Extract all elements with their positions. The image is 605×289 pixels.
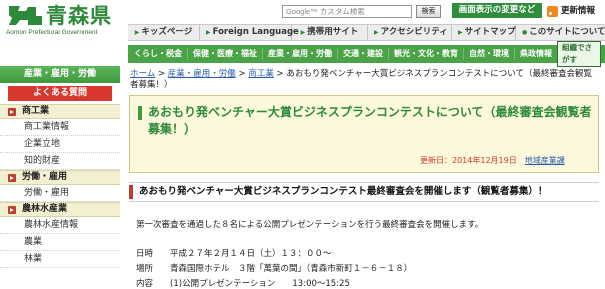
sidebar-group-labor[interactable]: 労働・雇用 [0,170,120,185]
faq-button[interactable]: よくある質問 [8,86,112,101]
aomori-logo-icon [9,6,42,25]
rss-label: 更新情報 [561,6,596,16]
cat-nature-environment[interactable]: 自然・環境 [464,48,515,60]
page-title-box: あおもり発ベンチャー大賞ビジネスプランコンテストについて（最終審査会観覧者募集！… [129,95,599,173]
search-by-organization-button[interactable]: 組織でさがす [557,41,601,67]
detail-content: 内容 (1)公開プレゼンテーション 13:00～15:25 [136,279,350,289]
search-input[interactable]: Google™ カスタム検索 [282,5,412,18]
section-bar [129,185,133,199]
search-button[interactable]: 検索 [416,5,441,18]
sidebar-item-agri-info[interactable]: 農林水産情報 [0,217,120,234]
arrow-right-icon: ▶ [300,29,306,36]
page-title: あおもり発ベンチャー大賞ビジネスプランコンテストについて（最終審査会観覧者募集！… [148,105,592,136]
updated-date: 更新日：2014年12月19日 [420,156,517,165]
cat-living-tax[interactable]: くらし・税金 [128,48,188,60]
bullet-arrow-icon [8,174,16,182]
sidebar-item-business-location[interactable]: 企業立地 [0,136,120,153]
nav-about-site[interactable]: ● このサイトについて [516,25,605,40]
nav-kids[interactable]: ▶ キッズページ [128,25,200,40]
arrow-right-icon: ▶ [458,29,463,36]
utility-nav: ▶ キッズページ ▶ Foreign Language ▶ 携帯用サイト ▶ アクセシビ… [128,24,605,41]
cat-health-welfare[interactable]: 保健・医療・福祉 [188,48,263,60]
display-settings-button[interactable]: 画面表示の変更など [452,3,542,18]
logo-title: 青森県 [46,4,112,28]
arrow-right-icon: ▶ [374,29,379,36]
rss-link[interactable]: 更新情報 [547,4,605,18]
sidebar-heading: 産業・雇用・労働 [0,66,120,83]
cat-transport-construction[interactable]: 交通・建設 [338,48,389,60]
sidebar-item-intellectual-property[interactable]: 知的財産 [0,153,120,170]
department-link[interactable]: 地域産業課 [525,156,565,165]
sidebar: 産業・雇用・労働 よくある質問 商工業 商工業情報 企業立地 知的財産 労働・雇… [0,66,120,289]
breadcrumb: ホーム > 産業・雇用・労働 > 商工業 > あおもり発ベンチャー大賞ビジネスプ… [130,69,593,90]
sidebar-item-forestry[interactable]: 林業 [0,251,120,268]
breadcrumb-home[interactable]: ホーム [130,69,155,79]
sidebar-item-labor-employment[interactable]: 労働・雇用 [0,185,120,202]
breadcrumb-industry[interactable]: 産業・雇用・労働 [168,69,236,79]
logo-subtitle: Aomori Prefectural Government [6,29,98,36]
arrow-right-icon: ▶ [134,29,140,36]
detail-datetime: 日時 平成２７年２月１４日（土）１３：００～ [136,249,332,259]
category-nav: くらし・税金 保健・医療・福祉 産業・雇用・労働 交通・建設 観光・文化・教育 … [128,41,605,67]
intro-text: 第一次審査を通過した８名による公開プレゼンテーションを行う最終審査会を開催します… [136,220,484,230]
arrow-right-icon: ● [522,29,528,36]
sidebar-item-agriculture[interactable]: 農業 [0,234,120,251]
title-stripe [138,106,142,120]
cat-industry-employment[interactable]: 産業・雇用・労働 [263,48,338,60]
section-heading: あおもり発ベンチャー大賞ビジネスプランコンテスト最終審査会を開催します（観覧者募… [129,182,599,202]
nav-foreign-language[interactable]: ▶ Foreign Language [200,25,299,40]
cat-tourism-culture[interactable]: 観光・文化・教育 [389,48,464,60]
breadcrumb-commerce[interactable]: 商工業 [248,69,274,79]
sidebar-group-commerce[interactable]: 商工業 [0,104,120,119]
arrow-right-icon: ▶ [206,29,211,36]
update-info: 更新日：2014年12月19日 地域産業課 [420,155,565,166]
cat-prefecture-info[interactable]: 県政情報 [515,48,557,60]
bullet-arrow-icon [8,206,16,214]
rss-icon [547,6,558,17]
site-logo[interactable]: 青森県 Aomori Prefectural Government [6,3,124,37]
nav-accessibility[interactable]: ▶ アクセシビリティ [368,25,452,40]
nav-sitemap[interactable]: ▶ サイトマップ [452,25,516,40]
sidebar-group-agriculture[interactable]: 農林水産業 [0,202,120,217]
bullet-arrow-icon [8,108,16,116]
nav-mobile-site[interactable]: ▶ 携帯用サイト [292,25,368,40]
sidebar-item-commerce-info[interactable]: 商工業情報 [0,119,120,136]
detail-venue: 場所 青森国際ホテル ３階「萬葉の間」（青森市新町１－６－１８） [136,264,413,274]
